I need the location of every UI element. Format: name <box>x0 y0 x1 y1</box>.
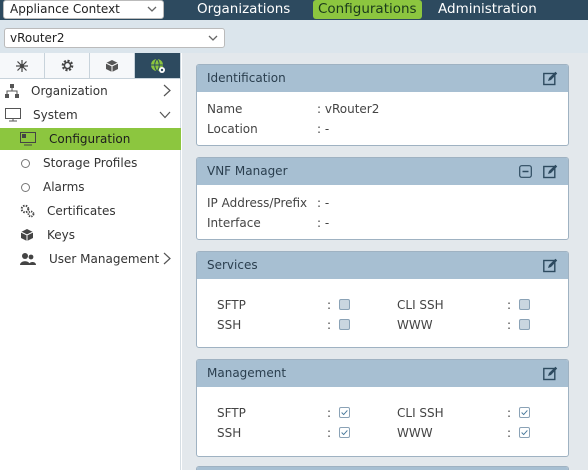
separator: : <box>507 406 512 420</box>
sidebar-tab-settings[interactable] <box>45 53 90 79</box>
panel-title: Services <box>207 258 258 272</box>
edit-icon[interactable] <box>543 71 558 86</box>
sidebar-item-label: Keys <box>47 228 76 242</box>
edit-icon[interactable] <box>543 164 558 179</box>
radio-icon <box>21 159 30 168</box>
sidebar-item-storage-profiles[interactable]: Storage Profiles <box>0 152 181 174</box>
panel-title: Management <box>207 366 287 380</box>
chevron-right-icon <box>163 252 171 265</box>
sidebar-item-label: User Management <box>49 252 160 266</box>
panel-title: Identification <box>207 71 286 85</box>
separator: : <box>327 298 332 312</box>
certificates-icon <box>20 204 35 218</box>
next-panel-partial <box>196 466 569 470</box>
panel-title: VNF Manager <box>207 164 288 178</box>
ssh-label: SSH <box>217 318 242 332</box>
sidebar-tabs <box>0 53 181 79</box>
appliance-context-select[interactable]: Appliance Context <box>3 0 164 19</box>
device-select[interactable]: vRouter2 <box>4 28 225 48</box>
ssh-checkbox[interactable] <box>339 427 350 438</box>
ip-prefix-value: : - <box>317 196 330 210</box>
name-value: : vRouter2 <box>317 102 380 116</box>
device-select-value: vRouter2 <box>10 31 65 45</box>
edit-icon[interactable] <box>543 258 558 273</box>
separator: : <box>327 318 332 332</box>
services-panel: Services SFTP : CLI SSH : SSH : WWW : <box>196 251 569 348</box>
tab-configurations[interactable]: Configurations <box>313 0 422 19</box>
location-value: : - <box>317 122 330 136</box>
collapse-icon[interactable] <box>519 165 532 178</box>
globe-gear-icon <box>150 58 165 73</box>
sidebar-tab-objects[interactable] <box>90 53 135 79</box>
sidebar-item-label: Storage Profiles <box>43 156 138 170</box>
sidebar-item-label: Alarms <box>43 180 85 194</box>
top-nav-bar: Appliance Context Organizations Configur… <box>0 0 588 20</box>
sidebar-item-alarms[interactable]: Alarms <box>0 176 181 198</box>
users-icon <box>20 253 36 265</box>
separator: : <box>327 426 332 440</box>
cli-ssh-label: CLI SSH <box>397 406 444 420</box>
www-label: WWW <box>397 426 433 440</box>
separator: : <box>507 426 512 440</box>
device-bar: vRouter2 <box>0 20 588 53</box>
sidebar-item-system[interactable]: System <box>0 104 181 126</box>
chevron-right-icon <box>163 84 171 97</box>
chevron-down-icon <box>208 35 218 41</box>
sidebar-item-user-management[interactable]: User Management <box>0 248 181 270</box>
tab-administration[interactable]: Administration <box>433 0 542 19</box>
system-icon <box>5 108 21 122</box>
ip-prefix-label: IP Address/Prefix <box>207 196 308 210</box>
ssh-checkbox[interactable] <box>339 319 350 330</box>
management-panel: Management SFTP : CLI SSH : SSH : WWW : <box>196 359 569 457</box>
sftp-label: SFTP <box>217 298 246 312</box>
main-content: Identification Name : vRouter2 Location … <box>182 53 588 470</box>
interface-label: Interface <box>207 216 261 230</box>
sidebar-tab-appliance[interactable] <box>135 53 181 79</box>
network-icon <box>16 59 28 72</box>
appliance-context-value: Appliance Context <box>10 2 120 16</box>
sidebar-item-label: System <box>33 108 78 122</box>
cube-icon <box>105 59 119 72</box>
panel-header: Management <box>197 360 568 387</box>
sidebar: Organization System Configuration Storag… <box>0 53 181 470</box>
www-checkbox[interactable] <box>519 319 530 330</box>
configuration-icon <box>20 132 36 146</box>
sidebar-item-label: Organization <box>31 84 108 98</box>
org-icon <box>5 84 19 98</box>
edit-icon[interactable] <box>543 366 558 381</box>
tab-organizations[interactable]: Organizations <box>192 0 295 19</box>
vnf-manager-panel: VNF Manager IP Address/Prefix : - Interf… <box>196 157 569 240</box>
sidebar-item-keys[interactable]: Keys <box>0 224 181 246</box>
ssh-label: SSH <box>217 426 242 440</box>
separator: : <box>507 298 512 312</box>
chevron-down-icon <box>147 6 157 12</box>
interface-value: : - <box>317 216 330 230</box>
cli-ssh-checkbox[interactable] <box>519 299 530 310</box>
sidebar-item-label: Configuration <box>49 132 131 146</box>
www-label: WWW <box>397 318 433 332</box>
separator: : <box>327 406 332 420</box>
sidebar-item-organization[interactable]: Organization <box>0 80 181 102</box>
sidebar-tab-network[interactable] <box>0 53 45 79</box>
radio-icon <box>21 183 30 192</box>
cli-ssh-label: CLI SSH <box>397 298 444 312</box>
sidebar-item-configuration[interactable]: Configuration <box>0 128 181 150</box>
panel-header: Services <box>197 252 568 279</box>
sidebar-item-label: Certificates <box>47 204 116 218</box>
keys-icon <box>20 229 34 241</box>
separator: : <box>507 318 512 332</box>
panel-header: VNF Manager <box>197 158 568 185</box>
sftp-label: SFTP <box>217 406 246 420</box>
sidebar-item-certificates[interactable]: Certificates <box>0 200 181 222</box>
sftp-checkbox[interactable] <box>339 407 350 418</box>
location-label: Location <box>207 122 258 136</box>
gear-icon <box>61 59 73 72</box>
panel-header: Identification <box>197 65 568 92</box>
sftp-checkbox[interactable] <box>339 299 350 310</box>
name-label: Name <box>207 102 243 116</box>
identification-panel: Identification Name : vRouter2 Location … <box>196 64 569 146</box>
chevron-down-icon <box>159 111 171 119</box>
cli-ssh-checkbox[interactable] <box>519 407 530 418</box>
www-checkbox[interactable] <box>519 427 530 438</box>
